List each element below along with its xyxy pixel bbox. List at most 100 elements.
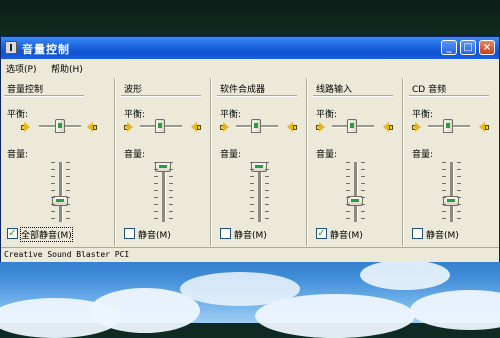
volume-tick xyxy=(169,211,173,212)
volume-tick xyxy=(346,197,350,198)
volume-tick xyxy=(66,204,70,205)
balance-slider-thumb[interactable] xyxy=(251,119,261,133)
volume-app-icon[interactable] xyxy=(5,41,17,54)
channel-synth: 软件合成器 平衡: 音量: 静音(M) xyxy=(214,78,310,248)
mute-label: 全部静音(M) xyxy=(20,227,73,242)
volume-tick xyxy=(361,162,365,163)
volume-tick xyxy=(265,218,269,219)
volume-tick xyxy=(169,162,173,163)
volume-tick xyxy=(457,169,461,170)
volume-tick xyxy=(51,183,55,184)
volume-tick xyxy=(265,204,269,205)
menu-options[interactable]: 选项(P) xyxy=(6,62,36,75)
speaker-right-icon xyxy=(478,122,489,133)
volume-tick xyxy=(265,162,269,163)
volume-tick xyxy=(250,176,254,177)
volume-tick xyxy=(154,162,158,163)
volume-tick xyxy=(361,204,365,205)
close-button[interactable]: × xyxy=(479,40,495,55)
volume-tick xyxy=(51,211,55,212)
mute-label: 静音(M) xyxy=(138,231,171,241)
volume-tick xyxy=(457,190,461,191)
volume-tick xyxy=(51,218,55,219)
volume-tick xyxy=(361,169,365,170)
volume-tick xyxy=(442,211,446,212)
speaker-left-icon xyxy=(21,122,32,133)
maximize-button[interactable]: □ xyxy=(460,40,476,55)
volume-tick xyxy=(442,204,446,205)
volume-tick xyxy=(66,211,70,212)
speaker-right-icon xyxy=(190,122,201,133)
volume-tick xyxy=(457,176,461,177)
volume-tick xyxy=(457,218,461,219)
volume-tick xyxy=(250,162,254,163)
menu-help[interactable]: 帮助(H) xyxy=(51,62,83,75)
volume-tick xyxy=(442,176,446,177)
volume-tick xyxy=(442,169,446,170)
volume-tick xyxy=(442,218,446,219)
volume-tick xyxy=(154,169,158,170)
volume-tick xyxy=(51,162,55,163)
volume-label: 音量: xyxy=(412,150,434,160)
title-divider xyxy=(121,95,201,97)
column-separator xyxy=(210,78,212,246)
speaker-left-icon xyxy=(220,122,231,133)
volume-tick xyxy=(154,218,158,219)
mute-label: 静音(M) xyxy=(330,231,363,241)
volume-tick xyxy=(361,190,365,191)
channel-wave: 波形 平衡: 音量: 静音(M) xyxy=(118,78,214,248)
volume-track[interactable] xyxy=(59,162,63,222)
volume-track[interactable] xyxy=(450,162,454,222)
balance-label: 平衡: xyxy=(220,110,242,120)
volume-tick xyxy=(265,169,269,170)
status-bar: Creative Sound Blaster PCI xyxy=(1,247,499,262)
volume-slider-thumb[interactable] xyxy=(155,162,171,172)
column-separator xyxy=(114,78,116,246)
volume-tick xyxy=(66,169,70,170)
volume-tick xyxy=(442,197,446,198)
balance-slider-thumb[interactable] xyxy=(55,119,65,133)
channel-title: CD 音频 xyxy=(412,85,447,95)
volume-tick xyxy=(250,190,254,191)
volume-tick xyxy=(51,190,55,191)
volume-tick xyxy=(346,218,350,219)
minimize-button[interactable]: _ xyxy=(441,40,457,55)
volume-tick xyxy=(154,183,158,184)
volume-tick xyxy=(442,183,446,184)
balance-slider-thumb[interactable] xyxy=(347,119,357,133)
channel-title: 音量控制 xyxy=(7,85,44,95)
volume-tick xyxy=(457,211,461,212)
volume-track[interactable] xyxy=(354,162,358,222)
volume-tick xyxy=(346,169,350,170)
checkbox-box xyxy=(412,228,423,239)
device-name: Creative Sound Blaster PCI xyxy=(4,250,130,259)
volume-tick xyxy=(346,190,350,191)
volume-tick xyxy=(154,197,158,198)
balance-label: 平衡: xyxy=(412,110,434,120)
volume-tick xyxy=(169,218,173,219)
mixer-panel: 音量控制 平衡: 音量: ✓ 全部静音(M) 波形 平衡: 音量: 静音(M) … xyxy=(1,78,499,248)
title-divider xyxy=(409,95,489,97)
volume-tick xyxy=(346,211,350,212)
volume-tick xyxy=(442,162,446,163)
volume-control-window: 音量控制 _ □ × 选项(P) 帮助(H) 音量控制 平衡: 音量: ✓ 全部… xyxy=(0,36,500,262)
volume-tick xyxy=(346,176,350,177)
volume-tick xyxy=(250,169,254,170)
menu-bar: 选项(P) 帮助(H) xyxy=(1,60,499,76)
balance-slider-thumb[interactable] xyxy=(155,119,165,133)
balance-slider-thumb[interactable] xyxy=(443,119,453,133)
volume-tick xyxy=(265,190,269,191)
volume-tick xyxy=(457,183,461,184)
volume-slider-thumb[interactable] xyxy=(251,162,267,172)
column-separator xyxy=(402,78,404,246)
volume-tick xyxy=(51,197,55,198)
volume-tick xyxy=(250,211,254,212)
volume-label: 音量: xyxy=(220,150,242,160)
volume-tick xyxy=(66,218,70,219)
checkbox-check-icon: ✓ xyxy=(7,228,18,239)
volume-tick xyxy=(457,162,461,163)
mute-label: 静音(M) xyxy=(234,231,267,241)
volume-tick xyxy=(169,197,173,198)
title-bar[interactable]: 音量控制 _ □ × xyxy=(1,37,499,59)
volume-tick xyxy=(361,176,365,177)
